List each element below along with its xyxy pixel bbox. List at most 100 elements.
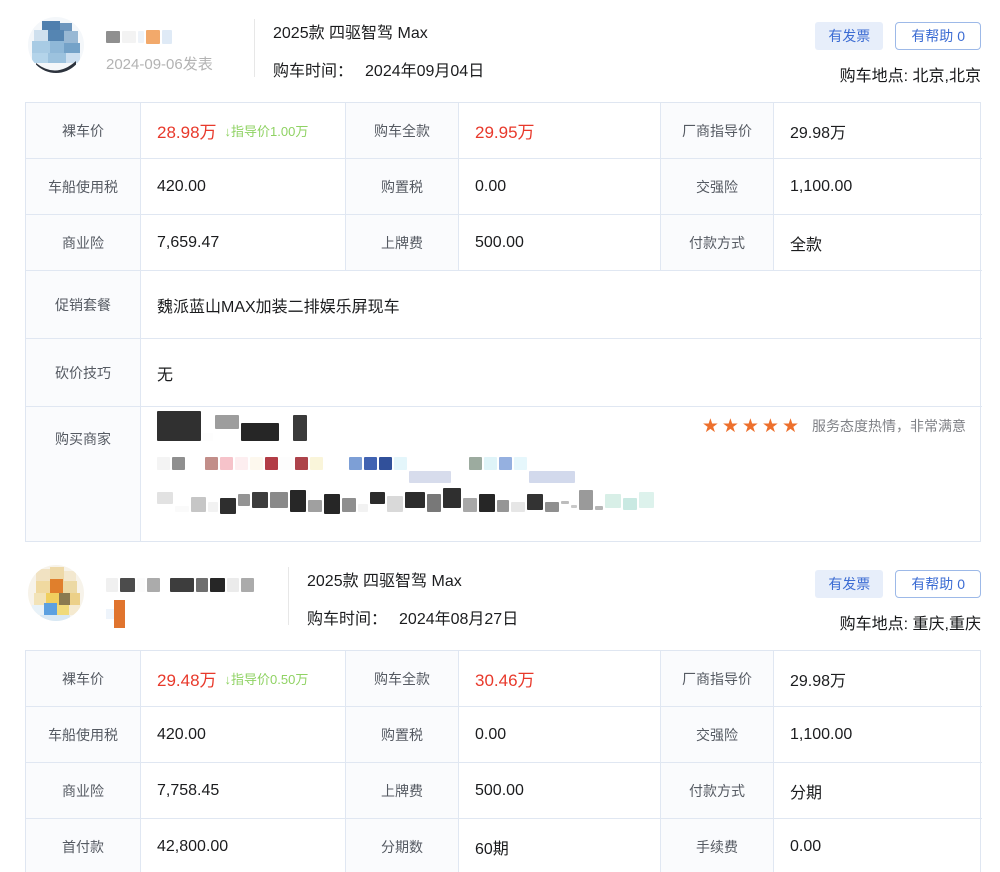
bare-price: 28.98万 — [157, 118, 217, 143]
blur-pixel — [310, 457, 323, 470]
header-divider — [288, 567, 289, 625]
field-label: 商业险 — [26, 763, 141, 819]
car-trim-title: 2025款 四驱智驾 Max — [273, 19, 484, 43]
blur-pixel — [295, 457, 308, 470]
blur-pixel — [162, 30, 172, 44]
blur-pixel — [639, 492, 654, 508]
blur-pixel — [157, 457, 170, 470]
blur-pixel — [137, 578, 145, 592]
blur-pixel — [106, 578, 118, 592]
purchase-time-line: 购车时间： 2024年08月27日 — [307, 605, 518, 629]
avatar[interactable] — [28, 565, 84, 621]
blur-pixel — [241, 578, 254, 592]
blur-pixel — [120, 578, 135, 592]
field-label: 分期数 — [346, 819, 459, 872]
field-value: 分期 — [774, 763, 982, 819]
field-value: 42,800.00 — [141, 819, 346, 872]
purchase-time-line: 购车时间： 2024年09月04日 — [273, 57, 484, 81]
blurred-user-badge — [106, 600, 288, 628]
price-post-entry: 2025款 四驱智驾 Max 购车时间： 2024年08月27日 有发票 有帮助… — [0, 542, 1000, 872]
blur-pixel — [443, 488, 461, 508]
blur-pixel — [146, 30, 160, 44]
field-label: 促销套餐 — [26, 271, 141, 339]
field-value: 29.98万 — [774, 103, 982, 159]
blur-pixel — [220, 457, 233, 470]
field-label: 购置税 — [346, 707, 459, 763]
blur-pixel — [122, 31, 136, 43]
blur-pixel — [235, 457, 248, 470]
blur-pixel — [514, 457, 527, 470]
blur-pixel — [191, 497, 206, 512]
field-value: 29.95万 — [459, 103, 661, 159]
blurred-username — [106, 30, 254, 43]
blur-pixel — [241, 423, 279, 441]
blur-pixel — [511, 502, 525, 512]
field-label: 购车全款 — [346, 651, 459, 707]
blur-pixel — [484, 457, 497, 470]
blur-pixel — [203, 433, 213, 441]
avatar-pixelated-image — [28, 17, 84, 73]
entry-header: 2024-09-06发表 2025款 四驱智驾 Max 购车时间： 2024年0… — [0, 0, 1000, 102]
blur-pixel — [358, 504, 368, 512]
blur-pixel — [342, 498, 356, 512]
blur-pixel — [427, 494, 441, 512]
field-value: 7,659.47 — [141, 215, 346, 271]
blur-pixel — [138, 31, 144, 43]
field-label: 裸车价 — [26, 103, 141, 159]
blur-pixel — [106, 609, 114, 619]
blur-pixel — [579, 490, 593, 510]
bare-price: 29.48万 — [157, 666, 217, 691]
blur-pixel — [453, 466, 467, 470]
below-msrp-note: ↓指导价0.50万 — [225, 669, 309, 688]
blur-pixel — [172, 457, 185, 470]
helpful-button[interactable]: 有帮助 0 — [895, 22, 981, 50]
field-label: 交强险 — [661, 159, 774, 215]
car-info: 2025款 四驱智驾 Max 购车时间： 2024年08月27日 — [307, 565, 518, 629]
star-rating-icon: ★★★★★ — [702, 415, 802, 438]
field-label: 商业险 — [26, 215, 141, 271]
blur-pixel — [379, 457, 392, 470]
below-msrp-note: ↓指导价1.00万 — [225, 121, 309, 140]
purchase-location: 购车地点: 重庆,重庆 — [815, 610, 981, 634]
field-value: 0.00 — [459, 707, 661, 763]
avatar[interactable] — [28, 17, 84, 73]
blur-pixel — [187, 466, 203, 470]
blur-pixel — [595, 506, 603, 510]
blur-pixel — [250, 457, 263, 470]
field-label: 厂商指导价 — [661, 651, 774, 707]
blur-pixel — [293, 415, 307, 441]
purchase-time-value: 2024年08月27日 — [399, 605, 518, 629]
field-value: 420.00 — [141, 159, 346, 215]
field-label: 购置税 — [346, 159, 459, 215]
blur-pixel — [370, 492, 385, 504]
blurred-dealer-address — [157, 488, 966, 512]
car-info: 2025款 四驱智驾 Max 购车时间： 2024年09月04日 — [273, 17, 484, 81]
field-label: 砍价技巧 — [26, 339, 141, 407]
helpful-button[interactable]: 有帮助 0 — [895, 570, 981, 598]
full-payment: 30.46万 — [475, 666, 535, 691]
user-info — [106, 565, 288, 628]
blur-pixel — [409, 471, 451, 483]
blur-pixel — [605, 494, 621, 508]
entry-meta: 有发票 有帮助 0 购车地点: 重庆,重庆 — [815, 565, 981, 634]
blur-pixel — [170, 578, 194, 592]
field-value: 全款 — [774, 215, 982, 271]
purchase-location: 购车地点: 北京,北京 — [815, 62, 981, 86]
field-value: 0.00 — [459, 159, 661, 215]
field-value: 29.98万 — [774, 651, 982, 707]
field-value: 28.98万 ↓指导价1.00万 — [141, 103, 346, 159]
blur-pixel — [394, 457, 407, 470]
promo-package-value: 魏派蓝山MAX加装二排娱乐屏现车 — [141, 271, 982, 339]
field-label: 首付款 — [26, 819, 141, 872]
header-divider — [254, 19, 255, 77]
field-label: 购车全款 — [346, 103, 459, 159]
field-label: 购买商家 — [26, 407, 141, 541]
blur-pixel — [499, 457, 512, 470]
car-trim-title: 2025款 四驱智驾 Max — [307, 567, 518, 591]
field-value: 60期 — [459, 819, 661, 872]
blur-pixel — [175, 506, 189, 512]
blur-pixel — [210, 578, 225, 592]
blur-pixel — [106, 31, 120, 43]
field-value: 500.00 — [459, 215, 661, 271]
blur-pixel — [252, 492, 268, 508]
